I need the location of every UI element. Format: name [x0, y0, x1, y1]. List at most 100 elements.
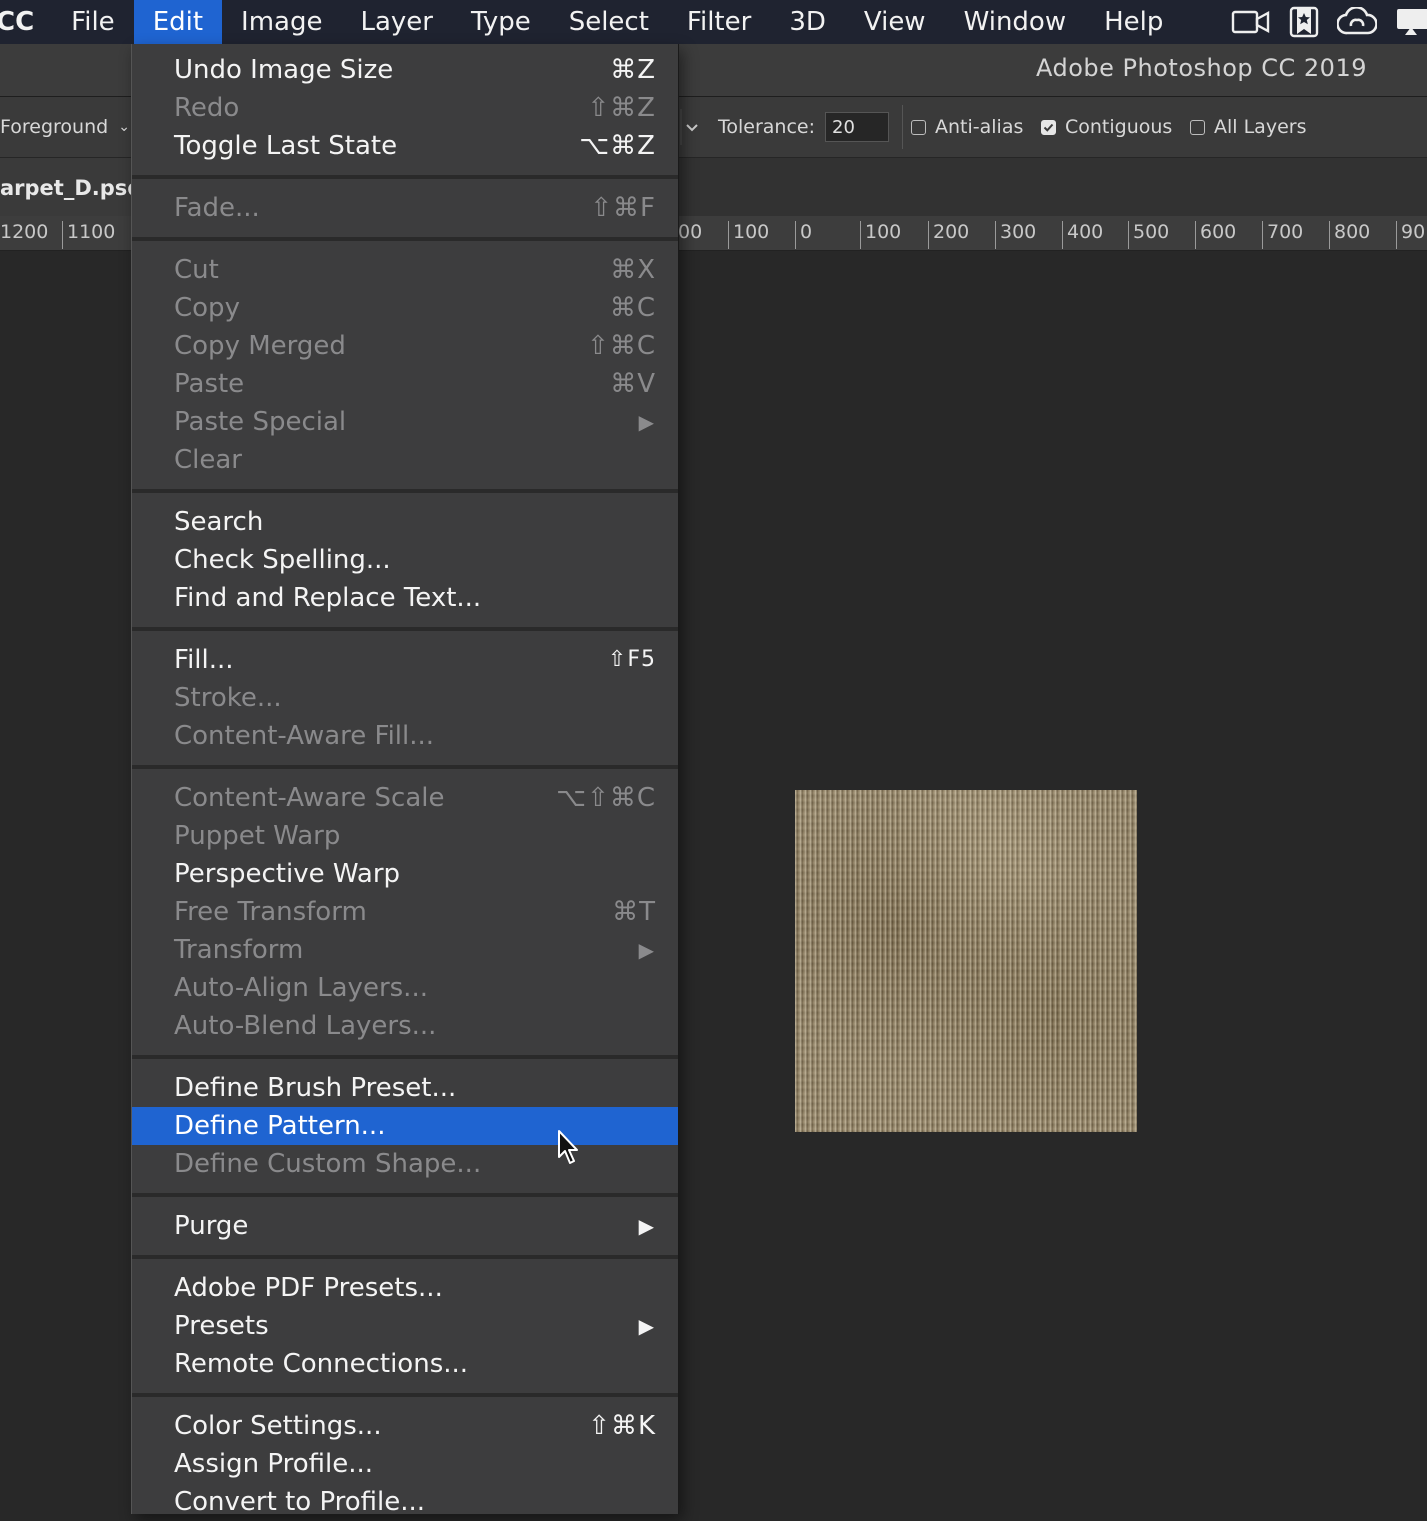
options-divider — [902, 97, 903, 157]
all-layers-checkbox[interactable]: All Layers — [1190, 97, 1306, 157]
menu-separator — [132, 1393, 678, 1397]
menu-item-copy: Copy ⌘C — [174, 293, 656, 323]
ruler-label: 200 — [928, 221, 969, 249]
all-layers-label: All Layers — [1214, 116, 1307, 138]
menu-item-stroke: Stroke... — [174, 683, 282, 713]
edit-menu-dropdown: Undo Image Size ⌘Z Redo ⇧⌘Z Toggle Last St… — [131, 44, 679, 1517]
video-camera-icon[interactable] — [1231, 9, 1271, 35]
menu-window[interactable]: Window — [945, 0, 1086, 44]
chevron-down-icon: ⌄ — [118, 119, 130, 135]
checkbox-unchecked-icon — [1190, 119, 1205, 135]
ruler-label: 100 — [860, 221, 901, 249]
menu-filter[interactable]: Filter — [668, 0, 770, 44]
menu-item-assign-profile[interactable]: Assign Profile... — [132, 1445, 678, 1483]
menu-layer[interactable]: Layer — [341, 0, 452, 44]
menu-item-adobe-pdf-presets[interactable]: Adobe PDF Presets... — [132, 1269, 678, 1307]
tolerance-input[interactable] — [825, 112, 890, 142]
ruler-label: 600 — [1195, 221, 1236, 249]
checkbox-unchecked-icon — [911, 119, 926, 135]
menu-separator — [132, 237, 678, 241]
menu-item-content-aware-fill: Content-Aware Fill... — [174, 721, 435, 751]
menu-view[interactable]: View — [845, 0, 945, 44]
menu-item-purge[interactable]: Purge ▶ — [132, 1207, 678, 1245]
contiguous-checkbox[interactable]: Contiguous — [1041, 97, 1172, 157]
menu-item-check-spelling[interactable]: Check Spelling... — [132, 541, 678, 579]
menu-item-transform: Transform ▶ — [132, 931, 678, 969]
menu-item-paste: Paste ⌘V — [174, 369, 656, 399]
ruler-label: 1100 — [62, 221, 115, 249]
document-tab-title: arpet_D.psd — [0, 176, 143, 200]
submenu-arrow-icon: ▶ — [638, 410, 654, 434]
menu-3d[interactable]: 3D — [770, 0, 845, 44]
fill-source-select[interactable]: Foreground ⌄ — [0, 97, 130, 157]
ruler-label: 100 — [728, 221, 769, 249]
menu-item-perspective-warp[interactable]: Perspective Warp — [132, 855, 678, 893]
menu-item-define-custom-shape: Define Custom Shape... — [174, 1149, 482, 1179]
mode-dropdown-chevron[interactable] — [680, 97, 706, 157]
menu-item-copy-merged: Copy Merged ⇧⌘C — [174, 331, 656, 361]
bookmark-star-icon[interactable] — [1289, 6, 1319, 38]
menu-item-remote-connections[interactable]: Remote Connections... — [132, 1345, 678, 1383]
menu-select[interactable]: Select — [550, 0, 668, 44]
menu-item-cut: Cut ⌘X — [174, 255, 656, 285]
menu-separator — [132, 1255, 678, 1259]
ruler-label: 400 — [1062, 221, 1103, 249]
submenu-arrow-icon: ▶ — [638, 1214, 654, 1238]
checkbox-checked-icon — [1041, 119, 1056, 135]
creative-cloud-icon[interactable] — [1337, 7, 1377, 37]
menu-item-content-aware-scale: Content-Aware Scale ⌥⇧⌘C — [174, 783, 656, 813]
menu-item-auto-blend-layers: Auto-Blend Layers... — [174, 1011, 437, 1041]
menu-item-redo: Redo ⇧⌘Z — [174, 93, 656, 123]
app-menu[interactable]: CC — [0, 0, 52, 44]
menu-separator — [132, 1055, 678, 1059]
mouse-pointer-icon — [557, 1129, 583, 1171]
menu-file[interactable]: File — [52, 0, 134, 44]
menu-separator — [132, 627, 678, 631]
menu-item-define-pattern[interactable]: Define Pattern... — [132, 1107, 678, 1145]
submenu-arrow-icon: ▶ — [638, 1314, 654, 1338]
ruler-label: 1200 — [0, 221, 49, 243]
menu-item-free-transform: Free Transform ⌘T — [174, 897, 656, 927]
menu-extras — [1231, 0, 1427, 44]
menu-item-clear: Clear — [174, 445, 242, 475]
menu-item-undo-image-size[interactable]: Undo Image Size ⌘Z — [132, 51, 678, 89]
tolerance-group: Tolerance: — [718, 97, 890, 157]
airplay-display-icon[interactable] — [1395, 7, 1427, 37]
menu-item-color-settings[interactable]: Color Settings... ⇧⌘K — [132, 1407, 678, 1445]
menu-separator — [132, 1193, 678, 1197]
ruler-label: 700 — [1262, 221, 1303, 249]
menu-separator — [132, 489, 678, 493]
menu-edit[interactable]: Edit — [133, 0, 223, 44]
carpet-texture-canvas[interactable] — [795, 790, 1137, 1132]
document-tab[interactable]: arpet_D.psd — [0, 158, 153, 216]
menu-item-fill[interactable]: Fill... ⇧F5 — [132, 641, 678, 679]
menu-separator — [132, 765, 678, 769]
menu-item-presets[interactable]: Presets ▶ — [132, 1307, 678, 1345]
window-title: Adobe Photoshop CC 2019 — [1036, 54, 1367, 82]
chevron-down-icon — [680, 109, 698, 145]
submenu-arrow-icon: ▶ — [638, 938, 654, 962]
tolerance-label: Tolerance: — [718, 116, 816, 138]
ruler-label: 0 — [795, 221, 812, 249]
menu-item-puppet-warp: Puppet Warp — [174, 821, 341, 851]
contiguous-label: Contiguous — [1065, 116, 1173, 138]
menu-help[interactable]: Help — [1085, 0, 1182, 44]
menu-item-auto-align-layers: Auto-Align Layers... — [174, 973, 428, 1003]
anti-alias-label: Anti-alias — [935, 116, 1024, 138]
menu-image[interactable]: Image — [222, 0, 341, 44]
menu-item-toggle-last-state[interactable]: Toggle Last State ⌥⌘Z — [132, 127, 678, 165]
menu-item-define-brush-preset[interactable]: Define Brush Preset... — [132, 1069, 678, 1107]
menu-type[interactable]: Type — [452, 0, 550, 44]
menu-item-find-replace-text[interactable]: Find and Replace Text... — [132, 579, 678, 617]
menu-separator — [132, 175, 678, 179]
fill-source-value: Foreground — [0, 116, 109, 138]
menu-bar: CC File Edit Image Layer Type Select Fil… — [0, 0, 1427, 44]
menu-item-convert-to-profile[interactable]: Convert to Profile... — [132, 1483, 678, 1521]
ruler-label: 500 — [1128, 221, 1169, 249]
menu-item-fade: Fade... ⇧⌘F — [174, 193, 656, 223]
ruler-label: 300 — [995, 221, 1036, 249]
anti-alias-checkbox[interactable]: Anti-alias — [911, 97, 1023, 157]
menu-item-paste-special: Paste Special ▶ — [132, 403, 678, 441]
ruler-label: 800 — [1329, 221, 1370, 249]
menu-item-search[interactable]: Search — [132, 503, 678, 541]
